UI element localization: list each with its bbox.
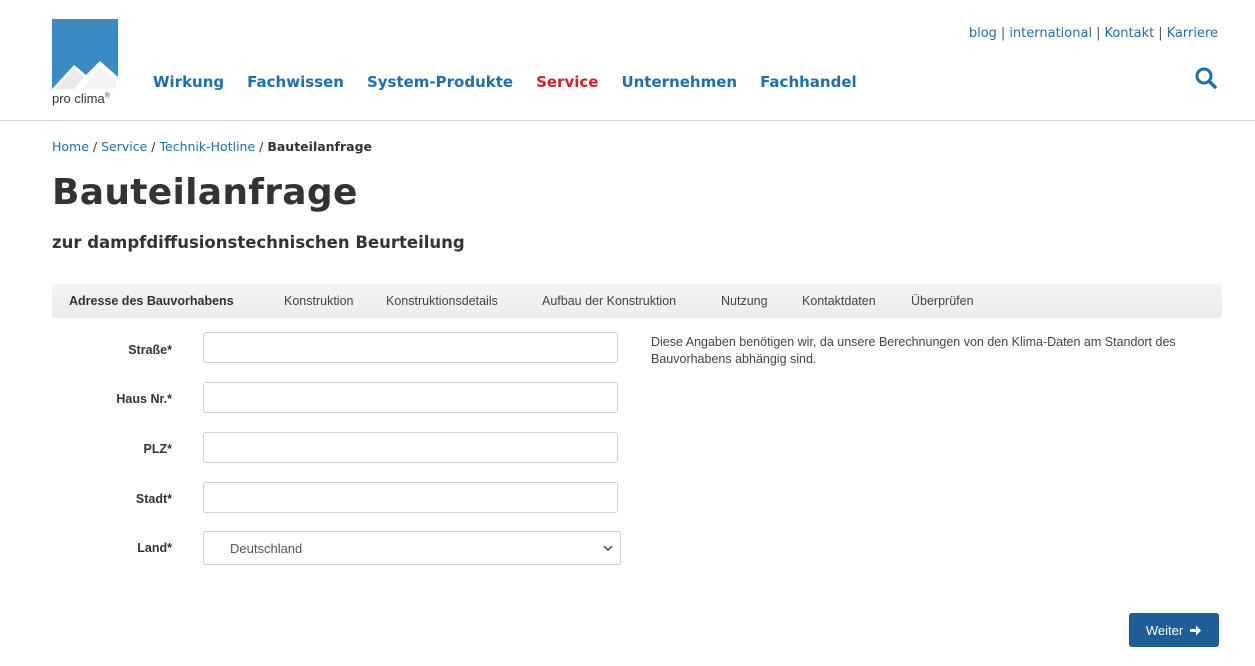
info-text: Diese Angaben benötigen wir, da unsere B… xyxy=(651,335,1176,366)
step-kontaktdaten[interactable]: Kontaktdaten xyxy=(802,294,876,308)
street-input[interactable] xyxy=(203,332,618,363)
street-label: Straße* xyxy=(128,343,172,357)
city-label: Stadt* xyxy=(135,492,172,506)
nav-wirkung[interactable]: Wirkung xyxy=(153,73,224,91)
step-aufbau[interactable]: Aufbau der Konstruktion xyxy=(542,294,676,308)
nav-fachhandel[interactable]: Fachhandel xyxy=(760,73,857,91)
top-link-blog[interactable]: blog xyxy=(969,26,997,41)
country-select[interactable]: Deutschland xyxy=(203,531,621,565)
top-link-international[interactable]: international xyxy=(1009,26,1092,41)
next-button-label: Weiter xyxy=(1145,622,1184,638)
step-konstruktionsdetails[interactable]: Konstruktionsdetails xyxy=(386,294,498,308)
breadcrumb-separator: / xyxy=(151,139,156,154)
breadcrumb-separator: / xyxy=(259,139,264,154)
step-konstruktion[interactable]: Konstruktion xyxy=(284,294,353,308)
pro-clima-logo[interactable]: pro clima® xyxy=(52,19,122,109)
separator: | xyxy=(1158,26,1163,41)
next-button[interactable]: Weiter xyxy=(1129,613,1219,647)
nav-system-produkte[interactable]: System-Produkte xyxy=(367,73,513,91)
top-links: blog | international | Kontakt | Karriere xyxy=(969,26,1218,41)
site-header: pro clima® Wirkung Fachwissen System-Pro… xyxy=(0,0,1255,121)
logo-text: pro clima® xyxy=(52,91,110,106)
page-title: Bauteilanfrage xyxy=(52,172,358,213)
breadcrumb-home[interactable]: Home xyxy=(52,139,89,154)
main-navigation: Wirkung Fachwissen System-Produkte Servi… xyxy=(153,73,880,91)
step-adresse[interactable]: Adresse des Bauvorhabens xyxy=(69,294,234,308)
house-number-label: Haus Nr.* xyxy=(116,392,172,406)
nav-unternehmen[interactable]: Unternehmen xyxy=(621,73,737,91)
breadcrumb-separator: / xyxy=(92,139,98,154)
zip-label: PLZ* xyxy=(143,442,172,456)
breadcrumb-current: Bauteilanfrage xyxy=(267,139,373,154)
step-ueberpruefen[interactable]: Überprüfen xyxy=(911,294,974,308)
breadcrumb-technik-hotline[interactable]: Technik-Hotline xyxy=(160,139,256,154)
logo-mark xyxy=(52,19,118,89)
separator: | xyxy=(1096,26,1101,41)
city-input[interactable] xyxy=(203,482,618,513)
nav-fachwissen[interactable]: Fachwissen xyxy=(247,73,344,91)
separator: | xyxy=(1000,26,1006,41)
house-number-input[interactable] xyxy=(203,382,618,413)
arrow-right-icon xyxy=(1190,625,1202,635)
breadcrumb: Home / Service / Technik-Hotline / Baute… xyxy=(52,139,372,154)
country-select-value: Deutschland xyxy=(230,541,303,556)
top-link-karriere[interactable]: Karriere xyxy=(1167,26,1218,41)
step-nutzung[interactable]: Nutzung xyxy=(721,294,768,308)
country-label: Land* xyxy=(137,541,172,555)
chevron-down-icon xyxy=(603,545,613,552)
nav-service[interactable]: Service xyxy=(536,73,598,91)
breadcrumb-service[interactable]: Service xyxy=(101,139,147,154)
zip-input[interactable] xyxy=(203,432,618,463)
page-subtitle: zur dampfdiffusionstechnischen Beurteilu… xyxy=(52,233,465,252)
step-tabs: Adresse des Bauvorhabens Konstruktion Ko… xyxy=(52,284,1222,318)
top-link-kontakt[interactable]: Kontakt xyxy=(1104,26,1154,41)
search-icon[interactable] xyxy=(1194,66,1218,90)
